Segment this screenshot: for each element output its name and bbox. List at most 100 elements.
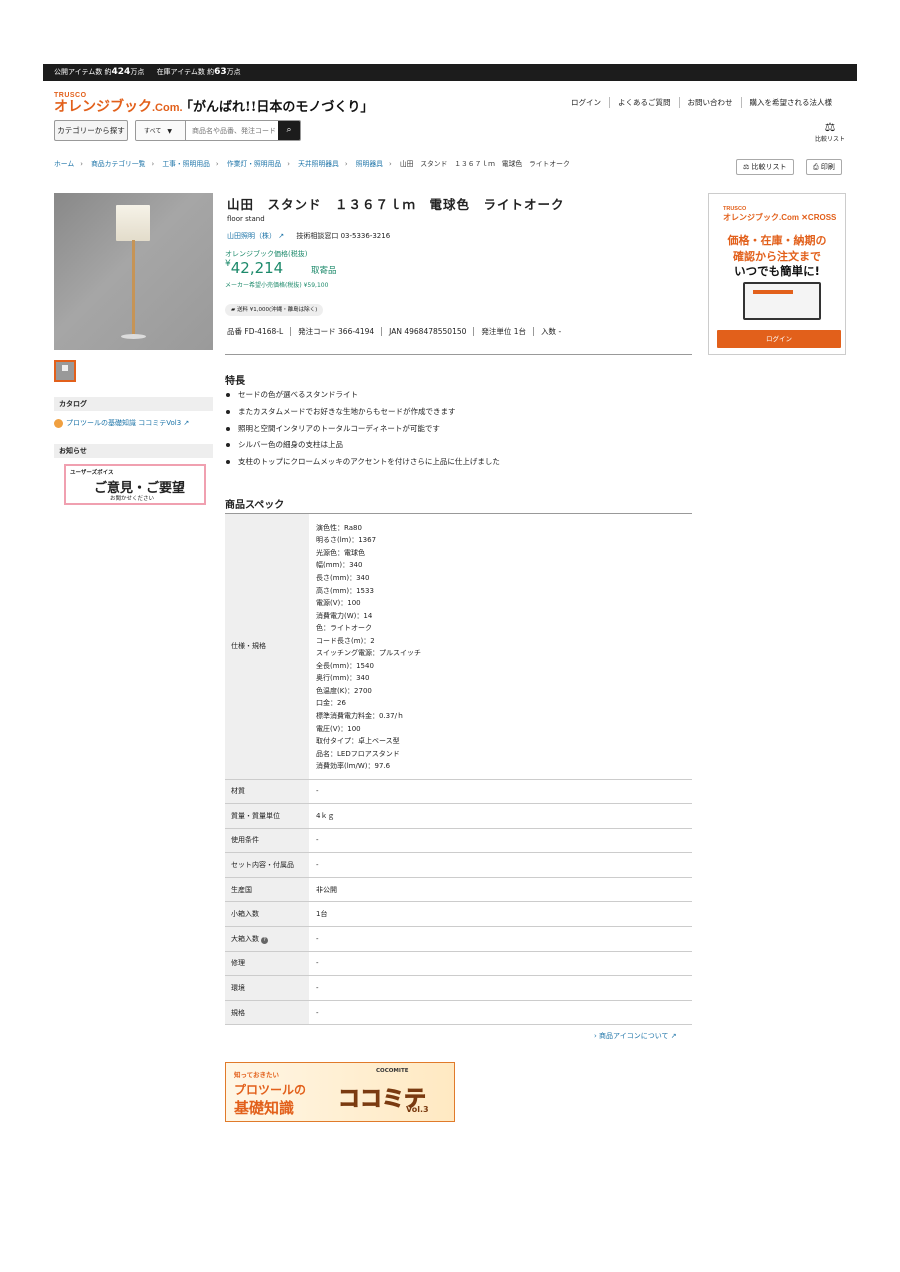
features-heading: 特長 (225, 376, 245, 387)
spec-label: 生産国 (225, 877, 309, 903)
user-voice-banner[interactable]: ユーザーズボイス ご意見・ご要望 お聞かせください (64, 464, 206, 505)
search-bar: すべて▼ ⌕ (135, 120, 301, 141)
order-unit: 発注単位 1台 (473, 327, 534, 336)
maker-info: 山田照明（株） ↗ 技術相談窓口 03-5336-3216 (227, 231, 390, 241)
printer-icon: ⎙ (813, 163, 819, 171)
breadcrumb: ホーム › 商品カテゴリ一覧 › 工事・照明用品 › 作業灯・照明用品 › 天井照明器具… (54, 160, 570, 168)
table-row: 修理 - (225, 951, 692, 977)
header-nav: ログイン よくあるご質問 お問い合わせ 購入を希望される法人様 (563, 97, 840, 108)
site-logo[interactable]: TRUSCO オレンジブック.Com. (54, 92, 183, 115)
external-link-icon: ↗ (670, 1032, 677, 1040)
breadcrumb-categories[interactable]: 商品カテゴリ一覧 (91, 160, 145, 168)
ad-login-button[interactable]: ログイン (717, 330, 841, 348)
tech-contact: 技術相談窓口 03-5336-3216 (296, 232, 391, 240)
login-link[interactable]: ログイン (563, 97, 609, 108)
search-icon: ⌕ (286, 125, 292, 135)
corporate-link[interactable]: 購入を希望される法人様 (740, 97, 841, 108)
price-label: オレンジブック価格(税抜) (225, 250, 308, 258)
caret-down-icon: ▼ (167, 128, 172, 135)
spec-value: 非公開 (309, 877, 692, 903)
spec-label: 質量・質量単位 (225, 803, 309, 829)
table-row: 小箱入数 1台 (225, 901, 692, 928)
table-row: 材質 - (225, 779, 692, 805)
table-row: セット内容・付属品 - (225, 852, 692, 878)
monitor-illustration (743, 282, 821, 320)
msrp: メーカー希望小売価格(税抜) ¥59,100 (225, 282, 329, 289)
external-link-icon: ↗ (278, 232, 285, 240)
add-to-compare-button[interactable]: ⚖ 比較リスト (736, 159, 794, 175)
order-type: 取寄品 (311, 266, 337, 276)
top-info-bar: 公開アイテム数 約424万点 在庫アイテム数 約63万点 (43, 64, 857, 81)
product-codes: 品番 FD-4168-L 発注コード 366-4194 JAN 4968478550… (227, 326, 569, 337)
spec-value: - (309, 926, 692, 952)
spec-value: - (309, 975, 692, 1001)
catalog-icon (54, 418, 63, 428)
spec-value: 1台 (309, 901, 692, 928)
product-image[interactable] (54, 193, 213, 350)
truck-icon: ▰ (231, 307, 236, 313)
spec-label: 小箱入数 (225, 901, 309, 928)
table-row: 使用条件 - (225, 828, 692, 854)
catalog-link[interactable]: プロツールの基礎知識 ココミテVol3 ↗ (54, 418, 189, 428)
spec-label: 修理 (225, 951, 309, 977)
spec-label: 使用条件 (225, 828, 309, 854)
catalog-heading: カタログ (54, 397, 213, 411)
spec-label: 大箱入数? (225, 926, 309, 952)
features-list: セードの色が選べるスタンドライト またカスタムメードでお好きな生地からもセードが… (225, 388, 500, 472)
scale-icon: ⚖ (824, 120, 836, 134)
spec-value: - (309, 951, 692, 977)
breadcrumb-fixtures[interactable]: 照明器具 (356, 160, 383, 168)
table-row: 質量・質量単位 4ｋｇ (225, 803, 692, 829)
table-row: 規格 - (225, 1000, 692, 1026)
table-row: 生産国 非公開 (225, 877, 692, 903)
print-button[interactable]: ⎙ 印刷 (806, 159, 842, 175)
quantity-per-box: 入数 - (533, 327, 569, 336)
compare-list-button[interactable]: ⚖ 比較リスト (810, 120, 850, 143)
list-item: シルバー色の細身の支柱は上品 (225, 438, 500, 455)
news-heading: お知らせ (54, 444, 213, 458)
list-item: 照明と空間インタリアのトータルコーディネートが可能です (225, 422, 500, 439)
search-button[interactable]: ⌕ (278, 121, 300, 140)
public-items-count: 公開アイテム数 約424万点 (54, 67, 145, 77)
category-button[interactable]: カテゴリーから探す (54, 120, 128, 141)
orangebook-cross-ad: TRUSCO オレンジブック.Com ✕CROSS 価格・在庫・納期の 確認から… (708, 193, 846, 355)
breadcrumb-construction[interactable]: 工事・照明用品 (162, 160, 210, 168)
breadcrumb-home[interactable]: ホーム (54, 160, 74, 168)
spec-label: 規格 (225, 1000, 309, 1026)
product-thumbnail[interactable] (54, 360, 76, 382)
spec-value: 4ｋｇ (309, 803, 692, 829)
jan-code: JAN 4968478550150 (381, 327, 474, 336)
price: ¥42,214 (225, 259, 284, 277)
list-item: 支柱のトップにクロームメッキのアクセントを付けさらに上品に仕上げました (225, 455, 500, 472)
product-title: 山田 スタンド １３６７ｌｍ 電球色 ライトオーク (227, 197, 565, 212)
faq-link[interactable]: よくあるご質問 (609, 97, 679, 108)
part-number: 品番 FD-4168-L (227, 327, 284, 336)
external-link-icon: ↗ (183, 419, 190, 427)
contact-link[interactable]: お問い合わせ (678, 97, 741, 108)
maker-link[interactable]: 山田照明（株） ↗ (227, 232, 284, 240)
cocomite-banner[interactable]: 知っておきたい プロツールの 基礎知識 COCOMITE ココミテ Vol.3 (225, 1062, 455, 1122)
shipping-badge: ▰ 送料 ¥1,000(沖縄・離島は除く) (225, 304, 324, 316)
spec-label: 仕様・規格 (225, 514, 309, 780)
product-subtitle: floor stand (227, 215, 265, 223)
breadcrumb-ceiling[interactable]: 天井照明器具 (298, 160, 339, 168)
list-item: セードの色が選べるスタンドライト (225, 388, 500, 405)
chevron-right-icon: › (594, 1032, 597, 1040)
product-icon-help-link[interactable]: › 商品アイコンについて ↗ (594, 1031, 677, 1041)
order-code: 発注コード 366-4194 (290, 327, 382, 336)
search-scope-select[interactable]: すべて ▼ (136, 121, 186, 140)
tagline: 「がんばれ!!日本のモノづくり」 (180, 100, 374, 115)
spec-value: - (309, 779, 692, 805)
spec-value: - (309, 1000, 692, 1026)
table-row: 仕様・規格 演色性：Ra80 明るさ(lm)：1367 光源色：電球色 幅(mm)：3… (225, 514, 692, 780)
spec-heading: 商品スペック (225, 496, 692, 514)
spec-value: - (309, 828, 692, 854)
help-icon[interactable]: ? (261, 936, 268, 944)
spec-label: 環境 (225, 975, 309, 1001)
spec-value: - (309, 852, 692, 878)
spec-label: セット内容・付属品 (225, 852, 309, 878)
spec-label: 材質 (225, 779, 309, 805)
spec-value: 演色性：Ra80 明るさ(lm)：1367 光源色：電球色 幅(mm)：340 長さ(m… (309, 514, 692, 780)
breadcrumb-worklights[interactable]: 作業灯・照明用品 (227, 160, 281, 168)
search-input[interactable] (186, 121, 278, 140)
